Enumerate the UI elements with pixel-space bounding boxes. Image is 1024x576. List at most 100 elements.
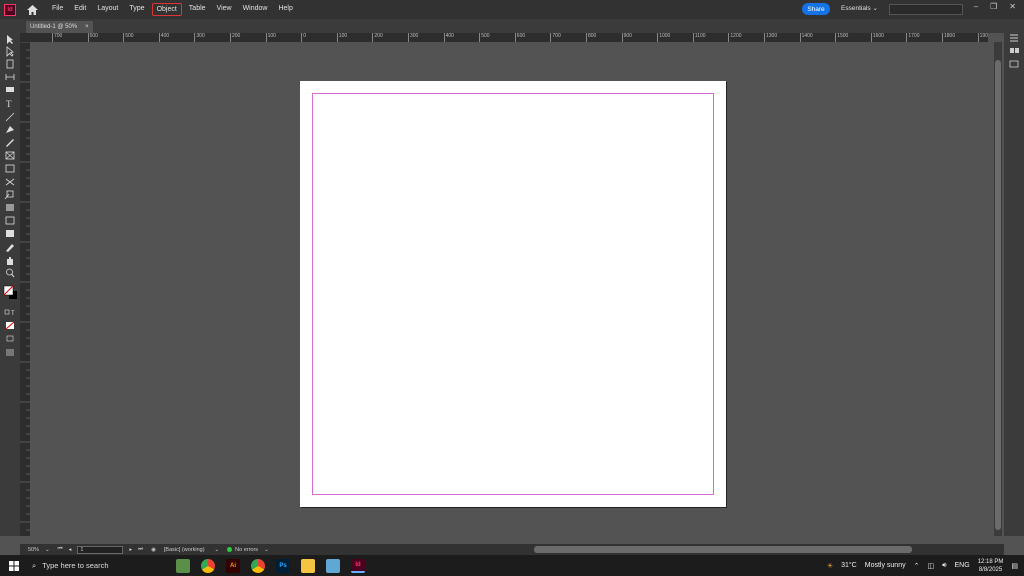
ruler-tick <box>158 33 160 42</box>
illustrator-icon[interactable]: Ai <box>226 558 240 573</box>
language-indicator[interactable]: ENG <box>955 562 970 569</box>
gradient-swatch-tool-icon[interactable] <box>6 204 14 211</box>
note-tool-icon[interactable] <box>6 230 14 237</box>
weather-desc[interactable]: Mostly sunny <box>865 562 906 569</box>
line-tool-icon[interactable] <box>5 112 15 122</box>
next-page-icon[interactable]: ▸ <box>129 547 132 553</box>
type-tool-icon[interactable]: T <box>6 99 12 109</box>
cc-libraries-icon[interactable] <box>1009 60 1019 68</box>
pencil-tool-icon[interactable] <box>6 139 14 147</box>
fill-stroke-swatch-icon[interactable] <box>3 285 17 299</box>
menu-file[interactable]: File <box>48 3 67 16</box>
menu-object[interactable]: Object <box>151 3 182 16</box>
selection-tool-icon[interactable] <box>7 35 13 44</box>
taskbar-apps: Ai Ps Id <box>176 558 365 573</box>
indesign-taskbar-icon[interactable]: Id <box>351 558 365 573</box>
vertical-scrollbar[interactable] <box>994 42 1002 536</box>
weather-temp[interactable]: 31°C <box>841 562 857 569</box>
close-icon[interactable]: ✕ <box>1009 2 1016 11</box>
menu-items: File Edit Layout Type Object Table View … <box>48 3 300 16</box>
home-icon[interactable] <box>26 4 38 16</box>
horizontal-ruler[interactable]: 700 600 500 400 300 200 100 0 100 200 300 400 500 600… <box>30 33 988 42</box>
ruler-tick-label: 900 <box>623 33 632 39</box>
ruler-tick-label: 1200 <box>730 33 742 39</box>
preflight-status[interactable]: No errors <box>235 547 258 553</box>
ruler-tick-label: 1600 <box>872 33 884 39</box>
photoshop-icon[interactable]: Ps <box>276 558 290 573</box>
ruler-tick-label: 700 <box>552 33 561 39</box>
horizontal-scrollbar[interactable] <box>534 546 912 553</box>
ruler-tick-label: 500 <box>481 33 490 39</box>
file-explorer-icon[interactable] <box>301 558 315 573</box>
direct-selection-tool-icon[interactable] <box>6 46 14 57</box>
chevron-down-icon[interactable]: ⌄ <box>45 547 50 553</box>
page-tool-icon[interactable] <box>6 59 14 69</box>
menu-type[interactable]: Type <box>125 3 148 16</box>
gradient-feather-tool-icon[interactable] <box>5 216 15 225</box>
chrome-profile-icon[interactable] <box>251 558 265 573</box>
weather-icon[interactable]: ☀ <box>827 562 833 570</box>
zoom-tool-icon[interactable] <box>6 268 15 278</box>
restore-icon[interactable]: ❐ <box>990 2 997 11</box>
share-button[interactable]: Share <box>802 3 830 15</box>
chevron-up-icon[interactable]: ⌃ <box>914 562 920 570</box>
gap-tool-icon[interactable] <box>5 74 15 80</box>
last-page-icon[interactable]: ⏭ <box>138 546 143 553</box>
widgets-icon[interactable] <box>176 558 190 573</box>
close-icon[interactable]: × <box>85 24 89 30</box>
vertical-ruler[interactable] <box>20 42 30 536</box>
pages-panel-icon[interactable] <box>1010 48 1019 53</box>
first-page-icon[interactable]: ⏮ <box>58 546 63 553</box>
menu-window[interactable]: Window <box>239 3 272 16</box>
ruler-origin[interactable] <box>20 33 30 42</box>
ruler-tick <box>408 33 409 42</box>
page-number-field[interactable]: 1 <box>77 545 124 554</box>
search-icon: ⌕ <box>32 560 37 570</box>
document-page[interactable] <box>300 81 726 507</box>
search-input[interactable] <box>889 4 963 15</box>
formatting-container-icon[interactable]: T <box>4 309 15 317</box>
vertical-scroll-thumb[interactable] <box>995 60 1001 530</box>
notifications-icon[interactable]: ▤ <box>1011 562 1018 570</box>
app-icon[interactable] <box>326 558 340 573</box>
ruler-tick <box>372 33 374 42</box>
previous-page-icon[interactable]: ◂ <box>69 547 72 553</box>
content-collector-icon[interactable] <box>6 87 14 92</box>
menu-table[interactable]: Table <box>185 3 210 16</box>
free-transform-tool-icon[interactable] <box>4 190 14 200</box>
eyedropper-tool-icon[interactable] <box>6 244 14 252</box>
apply-none-icon[interactable] <box>5 321 15 330</box>
zoom-level[interactable]: 50% <box>28 547 39 553</box>
chevron-down-icon[interactable]: ⌄ <box>264 547 269 553</box>
windows-start-icon[interactable] <box>0 555 28 576</box>
clock[interactable]: 12:18 PM 8/8/2025 <box>978 558 1004 574</box>
minimize-icon[interactable]: – <box>974 2 978 11</box>
workspace-switcher[interactable]: Essentials ⌄ <box>841 4 878 12</box>
volume-icon[interactable]: 🔊︎ <box>942 562 946 570</box>
pasteboard[interactable] <box>30 42 988 532</box>
chevron-down-icon[interactable]: ⌄ <box>215 547 220 553</box>
ruler-tick <box>443 33 445 42</box>
ruler-tick-label: 600 <box>516 33 526 39</box>
rectangle-tool-icon[interactable] <box>5 164 15 173</box>
menu-view[interactable]: View <box>213 3 236 16</box>
chrome-icon[interactable] <box>201 558 215 573</box>
menu-layout[interactable]: Layout <box>93 3 122 16</box>
properties-panel-icon[interactable] <box>1010 34 1018 42</box>
ruler-tick <box>621 33 623 42</box>
menu-help[interactable]: Help <box>274 3 296 16</box>
document-tab[interactable]: Untitled-1 @ 50% × <box>26 21 93 33</box>
menu-edit[interactable]: Edit <box>70 3 90 16</box>
screen-mode-icon[interactable] <box>6 335 14 342</box>
taskbar-search[interactable]: ⌕ Type here to search <box>28 555 136 576</box>
preflight-profile[interactable]: [Basic] (working) <box>164 547 205 553</box>
scissors-tool-icon[interactable] <box>5 178 15 186</box>
view-mode-icon[interactable] <box>6 349 14 356</box>
preflight-profile-icon[interactable]: ◉ <box>151 547 156 553</box>
ruler-tick <box>265 33 267 42</box>
network-icon[interactable]: ◫ <box>927 562 934 570</box>
rectangle-frame-tool-icon[interactable] <box>5 151 15 160</box>
ruler-tick <box>52 33 53 42</box>
pen-tool-icon[interactable] <box>6 126 14 133</box>
hand-tool-icon[interactable] <box>7 257 13 265</box>
